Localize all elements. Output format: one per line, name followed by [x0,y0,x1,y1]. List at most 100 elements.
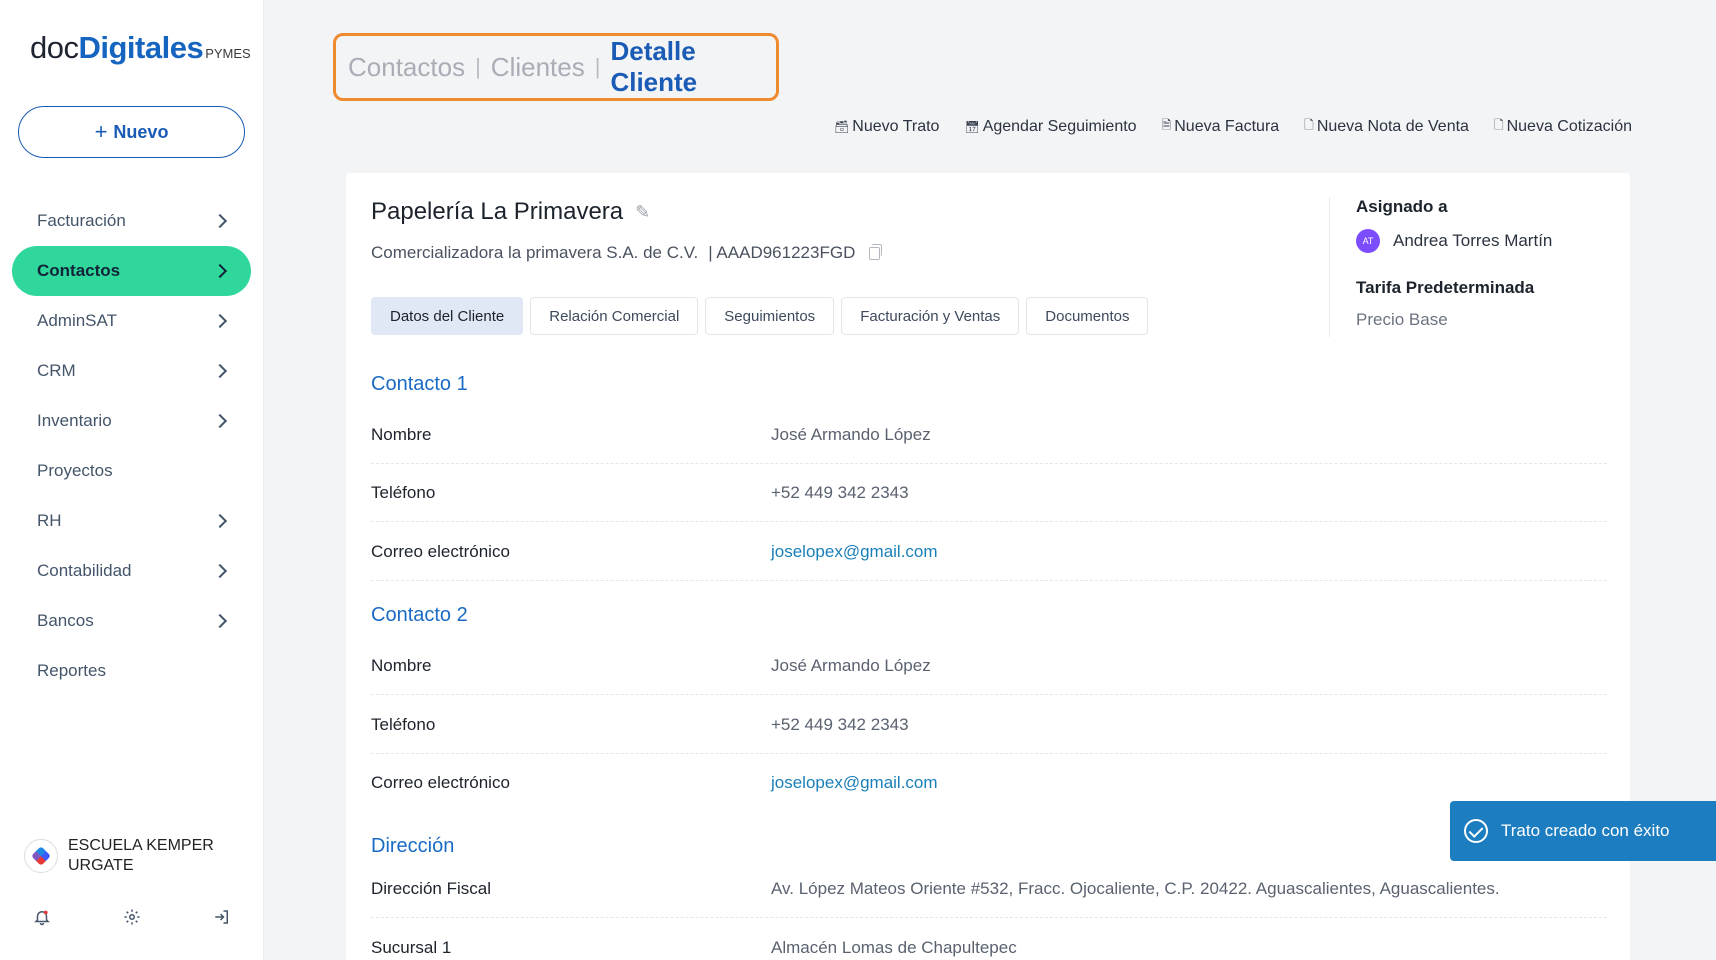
sidebar-item-label: Reportes [37,661,106,680]
tab-datos-cliente[interactable]: Datos del Cliente [371,297,524,335]
breadcrumb-item-clientes[interactable]: Clientes [491,52,585,83]
action-bar: 🗃︎ Nuevo Trato 📅︎ Agendar Seguimiento 🗎︎… [834,116,1632,137]
bell-icon[interactable] [31,908,53,930]
briefcase-icon: 🗃︎ [834,119,850,134]
action-label: Nueva Cotización [1506,117,1632,135]
sidebar-item-label: AdminSAT [37,311,117,330]
logo-part-doc: doc [30,30,79,65]
schedule-followup-button[interactable]: 📅︎ Agendar Seguimiento [964,116,1136,137]
new-deal-button[interactable]: 🗃︎ Nuevo Trato [834,116,939,137]
sidebar: doc Digitales PYMES + Nuevo Facturación … [0,0,264,960]
pencil-icon[interactable]: ✎ [635,202,650,223]
sidebar-item-label: Bancos [37,611,94,630]
section-title-contact2: Contacto 2 [371,604,468,626]
rate-label: Tarifa Predeterminada [1356,278,1535,297]
field-value: +52 449 342 2343 [771,482,909,502]
chevron-right-icon [212,363,228,379]
app-logo[interactable]: doc Digitales PYMES [30,30,251,66]
breadcrumb-item-contactos[interactable]: Contactos [348,52,465,83]
gear-icon[interactable] [121,908,143,930]
sidebar-item-label: RH [37,511,62,530]
copy-icon[interactable] [869,243,883,260]
new-button[interactable]: + Nuevo [18,106,245,158]
logo-part-digitales: Digitales [78,30,204,65]
email-link[interactable]: joselopex@gmail.com [771,542,938,562]
sidebar-item-adminsat[interactable]: AdminSAT [12,296,251,346]
client-detail-card: Papelería La Primavera ✎ Comercializador… [346,173,1630,960]
tab-seguimientos[interactable]: Seguimientos [705,297,835,335]
action-label: Agendar Seguimiento [982,117,1137,135]
client-side-info: Asignado a AT Andrea Torres Martín Tarif… [1329,197,1609,337]
success-toast[interactable]: Trato creado con éxito [1450,801,1716,861]
logo-part-pymes: PYMES [205,46,251,61]
email-link[interactable]: joselopex@gmail.com [771,773,938,793]
field-label: Teléfono [371,714,436,734]
sidebar-item-bancos[interactable]: Bancos [12,596,251,646]
new-sales-note-button[interactable]: 🗋︎ Nueva Nota de Venta [1304,116,1469,137]
chevron-right-icon [212,613,228,629]
client-header: Papelería La Primavera ✎ [371,198,650,226]
assignee[interactable]: AT Andrea Torres Martín [1356,229,1609,253]
field-row-name: Nombre José Armando López [371,406,1607,464]
field-value: +52 449 342 2343 [771,714,909,734]
new-invoice-button[interactable]: 🗎︎ Nueva Factura [1162,116,1280,137]
field-label: Nombre [371,424,432,444]
tab-relacion-comercial[interactable]: Relación Comercial [530,297,699,335]
sidebar-item-label: Contabilidad [37,561,132,580]
sidebar-item-facturacion[interactable]: Facturación [12,196,251,246]
sidebar-item-crm[interactable]: CRM [12,346,251,396]
field-value: José Armando López [771,655,931,675]
action-label: Nueva Factura [1174,117,1280,135]
calendar-icon: 📅︎ [964,119,980,134]
plus-icon: + [94,119,108,144]
field-label: Teléfono [371,482,436,502]
field-row-email: Correo electrónico joselopex@gmail.com [371,523,1607,581]
chevron-right-icon [212,313,228,329]
breadcrumb: Contactos | Clientes | Detalle Cliente [333,33,779,101]
field-row-name: Nombre José Armando López [371,637,1607,695]
sidebar-item-proyectos[interactable]: Proyectos [12,446,251,496]
sidebar-item-rh[interactable]: RH [12,496,251,546]
field-value: José Armando López [771,424,931,444]
sidebar-item-label: Contactos [37,261,121,280]
sidebar-item-reportes[interactable]: Reportes [12,646,251,696]
breadcrumb-current: Detalle Cliente [610,36,698,97]
rate-value: Precio Base [1356,310,1448,329]
chevron-right-icon [212,563,228,579]
sidebar-item-label: Facturación [37,211,126,230]
logout-icon[interactable] [211,908,233,930]
sidebar-item-label: Inventario [37,411,112,430]
invoice-icon: 🗎︎ [1161,118,1172,132]
field-label: Nombre [371,655,432,675]
new-button-label: Nuevo [113,121,169,142]
field-label: Sucursal 1 [371,938,452,957]
tab-facturacion-ventas[interactable]: Facturación y Ventas [841,297,1020,335]
field-row-fiscal-address: Dirección Fiscal Av. López Mateos Orient… [371,860,1607,918]
organization-logo [24,839,58,873]
organization-name-line2: URGATE [68,857,134,874]
chevron-right-icon [212,413,228,429]
field-row-branch: Sucursal 1 Almacén Lomas de Chapultepec [371,919,1607,960]
sidebar-item-contabilidad[interactable]: Contabilidad [12,546,251,596]
sidebar-item-label: Proyectos [37,461,113,480]
assignee-name: Andrea Torres Martín [1393,231,1553,250]
field-label: Dirección Fiscal [371,878,491,898]
action-label: Nueva Nota de Venta [1316,117,1469,135]
action-label: Nuevo Trato [852,117,940,135]
assigned-label: Asignado a [1356,197,1448,216]
breadcrumb-separator: | [475,54,481,79]
organization-name: ESCUELA KEMPER URGATE [68,836,214,876]
sidebar-item-contactos[interactable]: Contactos [12,246,251,296]
new-quote-button[interactable]: 🗋︎ Nueva Cotización [1494,116,1632,137]
avatar: AT [1356,229,1380,253]
organization-name-line1: ESCUELA KEMPER [68,837,214,854]
field-value: Av. López Mateos Oriente #532, Fracc. Oj… [771,878,1500,898]
sidebar-item-inventario[interactable]: Inventario [12,396,251,446]
chevron-right-icon [212,513,228,529]
organization-switcher[interactable]: ESCUELA KEMPER URGATE [24,836,214,876]
client-legal-name: Comercializadora la primavera S.A. de C.… [371,243,699,262]
field-row-phone: Teléfono +52 449 342 2343 [371,696,1607,754]
sidebar-item-label: CRM [37,361,76,380]
client-tabs: Datos del Cliente Relación Comercial Seg… [371,297,1149,335]
tab-documentos[interactable]: Documentos [1026,297,1149,335]
